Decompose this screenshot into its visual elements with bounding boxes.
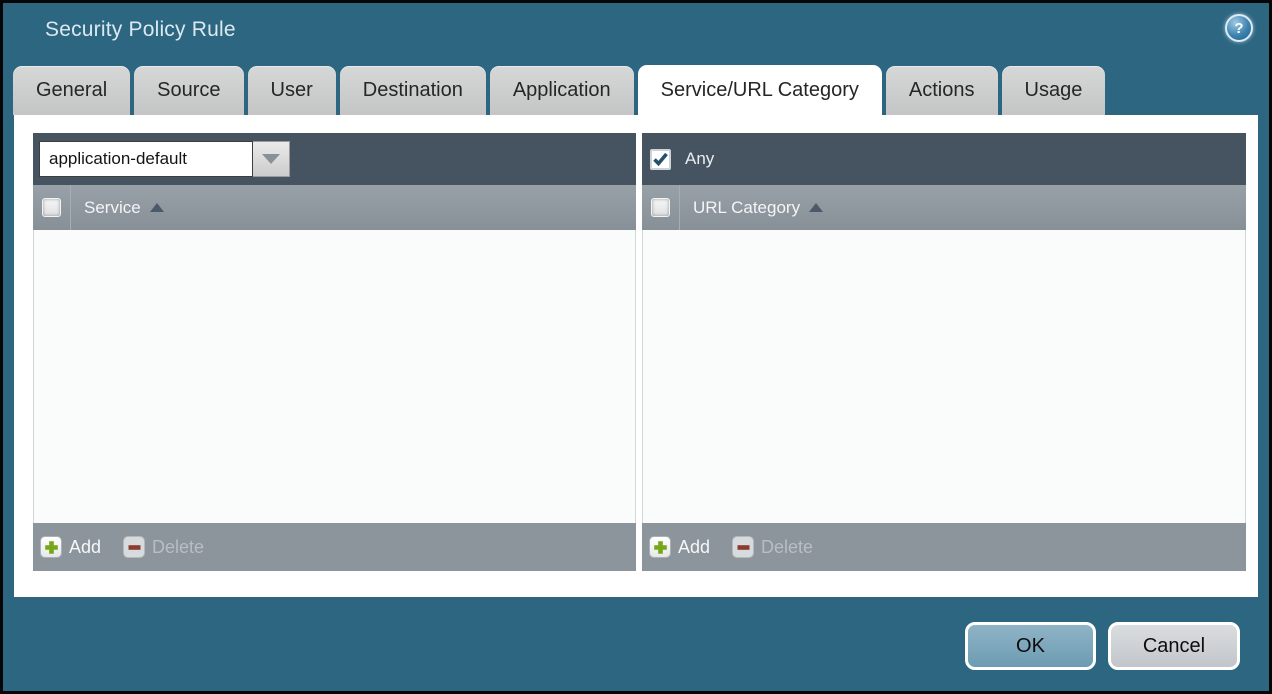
- service-table-body: [33, 230, 636, 523]
- help-icon[interactable]: ?: [1225, 14, 1253, 42]
- tab-bar: General Source User Destination Applicat…: [13, 65, 1105, 115]
- service-panel-header: application-default: [33, 133, 636, 185]
- url-category-panel-footer: Add Delete: [642, 523, 1246, 571]
- tab-actions[interactable]: Actions: [886, 66, 998, 115]
- delete-service-button[interactable]: Delete: [123, 536, 204, 558]
- checkmark-icon: [653, 153, 668, 166]
- plus-icon: [649, 536, 671, 558]
- service-panel-footer: Add Delete: [33, 523, 636, 571]
- column-divider: [70, 185, 71, 230]
- url-category-panel-header: Any: [642, 133, 1246, 185]
- add-button-label: Add: [678, 537, 710, 558]
- sort-ascending-icon: [150, 203, 164, 212]
- minus-icon: [732, 536, 754, 558]
- select-all-url-categories-checkbox[interactable]: [651, 198, 670, 217]
- dialog-title: Security Policy Rule: [45, 18, 236, 42]
- url-category-column-header[interactable]: URL Category: [693, 198, 800, 218]
- add-button-label: Add: [69, 537, 101, 558]
- url-category-table-header: URL Category: [642, 185, 1246, 230]
- plus-icon: [40, 536, 62, 558]
- tab-usage[interactable]: Usage: [1002, 66, 1106, 115]
- cancel-button[interactable]: Cancel: [1108, 622, 1240, 670]
- tab-application[interactable]: Application: [490, 66, 634, 115]
- select-all-services-checkbox[interactable]: [42, 198, 61, 217]
- question-mark-glyph: ?: [1234, 20, 1243, 37]
- column-divider: [679, 185, 680, 230]
- tab-general[interactable]: General: [13, 66, 130, 115]
- tab-content: application-default Service Add: [14, 115, 1258, 597]
- tab-user[interactable]: User: [248, 66, 336, 115]
- tab-destination[interactable]: Destination: [340, 66, 486, 115]
- sort-ascending-icon: [809, 203, 823, 212]
- tab-service-url-category[interactable]: Service/URL Category: [638, 65, 882, 115]
- chevron-down-icon: [262, 154, 280, 164]
- minus-icon: [123, 536, 145, 558]
- security-policy-rule-dialog: Security Policy Rule ? General Source Us…: [0, 0, 1272, 694]
- delete-url-category-button[interactable]: Delete: [732, 536, 813, 558]
- service-type-dropdown[interactable]: application-default: [39, 141, 290, 177]
- delete-button-label: Delete: [761, 537, 813, 558]
- service-table-header: Service: [33, 185, 636, 230]
- service-type-value[interactable]: application-default: [39, 141, 253, 177]
- url-category-panel: Any URL Category Add: [642, 133, 1246, 571]
- service-panel: application-default Service Add: [33, 133, 636, 571]
- add-service-button[interactable]: Add: [40, 536, 101, 558]
- url-category-table-body: [642, 230, 1246, 523]
- any-checkbox-label: Any: [685, 149, 714, 169]
- service-column-header[interactable]: Service: [84, 198, 141, 218]
- any-checkbox[interactable]: [650, 149, 671, 170]
- delete-button-label: Delete: [152, 537, 204, 558]
- dropdown-open-button[interactable]: [253, 141, 290, 177]
- ok-button[interactable]: OK: [965, 622, 1096, 670]
- tab-source[interactable]: Source: [134, 66, 243, 115]
- add-url-category-button[interactable]: Add: [649, 536, 710, 558]
